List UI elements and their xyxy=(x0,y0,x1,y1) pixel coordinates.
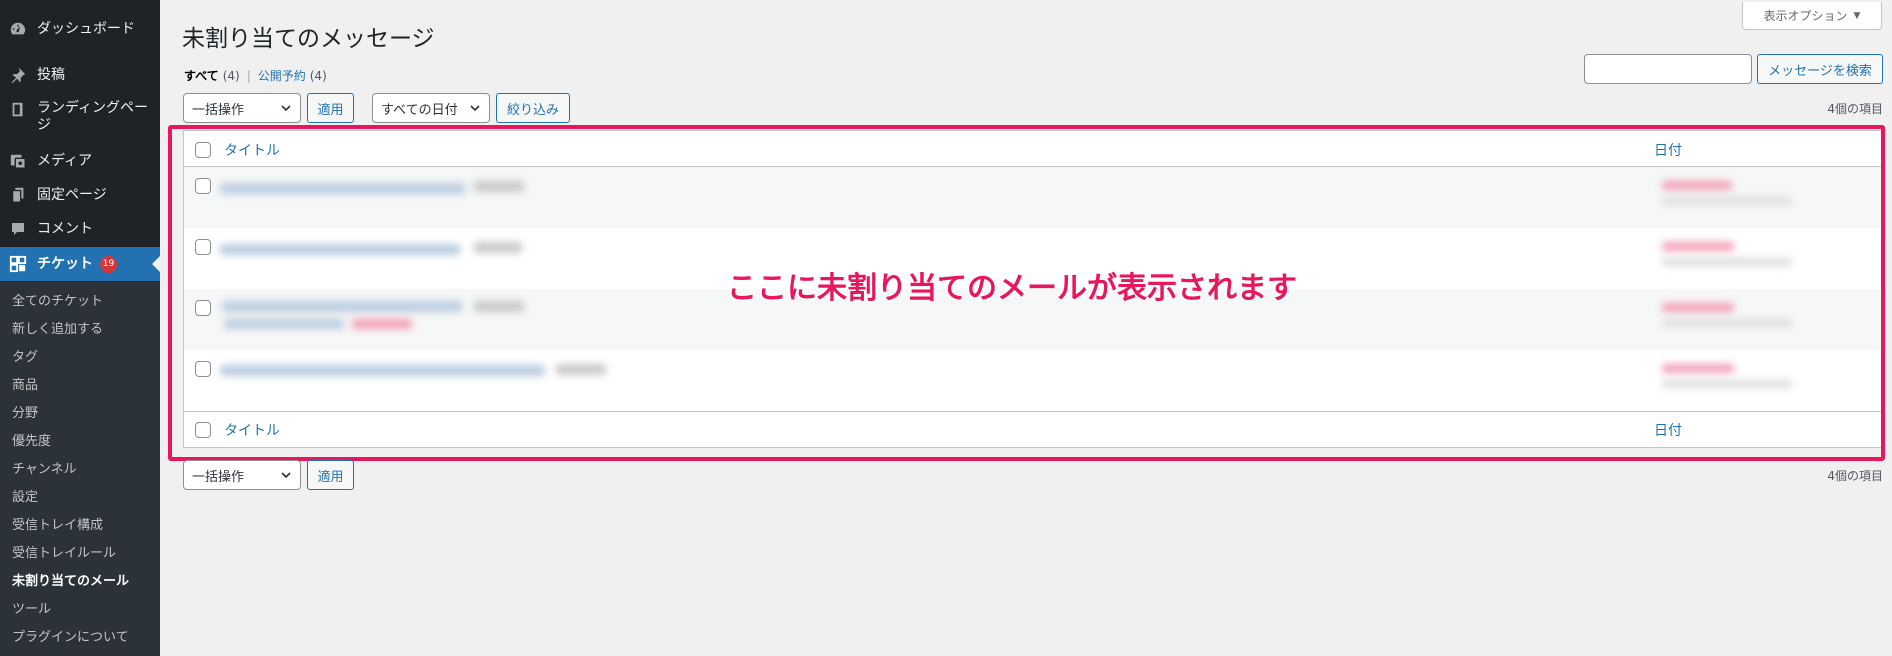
menu-item-landing-pages[interactable]: ランディングページ xyxy=(0,96,160,140)
chevron-down-icon xyxy=(281,105,291,112)
view-all-link[interactable]: すべて xyxy=(184,67,219,84)
view-filters: すべて (4) | 公開予約 (4) xyxy=(184,67,327,84)
ticket-count-badge: 19 xyxy=(100,255,117,273)
menu-item-dashboard[interactable]: ダッシュボード xyxy=(0,12,160,46)
submenu-inbox-rules[interactable]: 受信トレイルール xyxy=(12,546,116,562)
chevron-down-icon xyxy=(281,472,291,479)
apply-button-top[interactable]: 適用 xyxy=(307,93,354,123)
submenu-tags[interactable]: タグ xyxy=(12,350,38,366)
submenu-about-plugin[interactable]: プラグインについて xyxy=(12,630,129,646)
dashboard-icon xyxy=(8,19,28,39)
chevron-down-icon xyxy=(470,105,480,112)
item-count-bottom: 4個の項目 xyxy=(1827,469,1883,483)
caret-down-icon: ▼ xyxy=(1853,10,1861,21)
filter-button[interactable]: 絞り込み xyxy=(496,93,570,123)
item-count-top: 4個の項目 xyxy=(1827,102,1883,116)
view-scheduled-count: (4) xyxy=(309,68,327,83)
menu-label: メディア xyxy=(37,152,93,169)
bulk-action-value: 一括操作 xyxy=(192,102,245,118)
date-filter-value: すべての日付 xyxy=(381,102,458,118)
bulk-action-select-top[interactable]: 一括操作 xyxy=(183,93,301,123)
date-filter-select[interactable]: すべての日付 xyxy=(372,93,490,123)
menu-label: ランディングページ xyxy=(37,100,149,133)
search-input[interactable] xyxy=(1584,54,1752,84)
submenu-inbox-config[interactable]: 受信トレイ構成 xyxy=(12,518,103,534)
book-icon xyxy=(8,100,28,120)
page-title: 未割り当てのメッセージ xyxy=(182,26,435,52)
media-icon xyxy=(8,151,28,171)
menu-item-tickets[interactable]: チケット 19 xyxy=(0,247,160,281)
menu-label: 投稿 xyxy=(37,66,65,83)
submenu-add-new[interactable]: 新しく追加する xyxy=(12,322,103,338)
menu-item-posts[interactable]: 投稿 xyxy=(0,58,160,92)
pages-icon xyxy=(8,185,28,205)
menu-label: チケット xyxy=(37,255,93,272)
menu-label: コメント xyxy=(37,220,93,237)
ticket-submenu: 全てのチケット 新しく追加する タグ 商品 分野 優先度 チャンネル 設定 受信… xyxy=(0,282,160,656)
ticket-icon xyxy=(8,254,28,274)
view-separator: | xyxy=(246,68,251,83)
menu-label: ダッシュボード xyxy=(37,20,135,37)
search-messages-button[interactable]: メッセージを検索 xyxy=(1757,54,1883,84)
submenu-unassigned-mail[interactable]: 未割り当てのメール xyxy=(12,574,129,590)
view-scheduled-link[interactable]: 公開予約 xyxy=(258,67,306,84)
admin-sidebar: ダッシュボード 投稿 ランディングページ メディア 固定ページ コメント チケッ… xyxy=(0,0,160,656)
submenu-priority[interactable]: 優先度 xyxy=(12,434,51,450)
apply-button-bottom[interactable]: 適用 xyxy=(307,460,354,490)
screen-options-label: 表示オプション xyxy=(1763,9,1848,23)
submenu-products[interactable]: 商品 xyxy=(12,378,38,394)
submenu-tools[interactable]: ツール xyxy=(12,602,51,618)
pin-icon xyxy=(8,65,28,85)
bulk-action-select-bottom[interactable]: 一括操作 xyxy=(183,460,301,490)
menu-label: 固定ページ xyxy=(37,186,107,203)
submenu-channels[interactable]: チャンネル xyxy=(12,462,77,478)
submenu-all-tickets[interactable]: 全てのチケット xyxy=(12,294,103,310)
bulk-action-value: 一括操作 xyxy=(192,469,245,485)
submenu-settings[interactable]: 設定 xyxy=(12,490,38,506)
current-menu-arrow xyxy=(152,256,160,272)
view-all-count: (4) xyxy=(222,68,240,83)
menu-item-media[interactable]: メディア xyxy=(0,144,160,178)
screen-options-button[interactable]: 表示オプション ▼ xyxy=(1742,2,1882,30)
menu-item-comments[interactable]: コメント xyxy=(0,212,160,246)
menu-item-pages[interactable]: 固定ページ xyxy=(0,178,160,212)
annotation-text: ここに未割り当てのメールが表示されます xyxy=(727,271,1297,306)
comment-icon xyxy=(8,219,28,239)
submenu-departments[interactable]: 分野 xyxy=(12,406,38,422)
